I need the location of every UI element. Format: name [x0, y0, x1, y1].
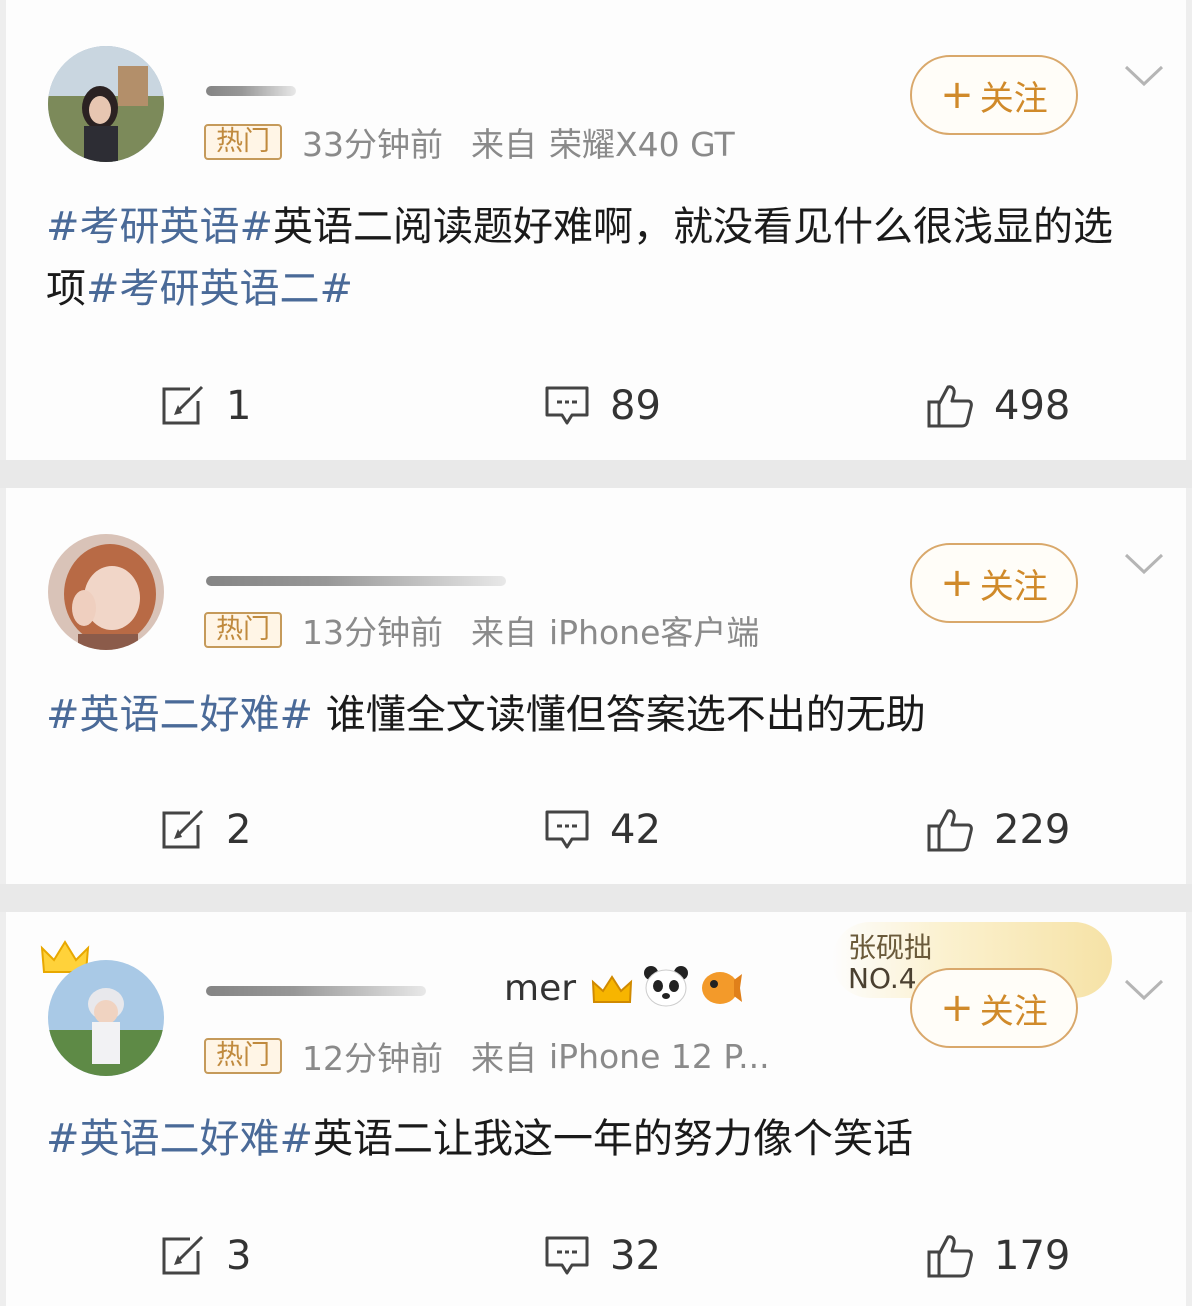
chevron-down-icon[interactable] — [1124, 552, 1164, 576]
post-time: 33分钟前 — [302, 125, 443, 164]
post-time: 13分钟前 — [302, 613, 443, 652]
username-visible[interactable]: mer — [504, 968, 576, 1009]
topic-tag[interactable]: #考研英语# — [46, 204, 273, 250]
plus-icon: + — [940, 985, 974, 1031]
plus-icon: + — [940, 560, 974, 606]
post-text: #英语二好难# 谁懂全文读懂但答案选不出的无助 — [46, 684, 1130, 746]
repost-icon — [162, 809, 204, 849]
like-icon — [927, 1235, 973, 1278]
avatar[interactable] — [48, 46, 164, 162]
vip-crown-icon — [591, 975, 633, 1003]
post-source: 荣耀X40 GT — [549, 125, 735, 164]
repost-count: 1 — [226, 383, 252, 429]
like-count: 229 — [994, 807, 1071, 853]
repost-count: 3 — [226, 1233, 252, 1279]
post-source: iPhone客户端 — [549, 613, 760, 652]
card-divider — [0, 460, 1192, 488]
repost-button[interactable]: 3 — [160, 1226, 251, 1286]
like-count: 179 — [994, 1233, 1071, 1279]
username-redacted[interactable] — [206, 986, 426, 996]
comment-button[interactable]: 89 — [544, 376, 661, 436]
source-label: 来自 — [471, 1039, 537, 1078]
comment-icon — [545, 810, 589, 849]
post-meta: 热门 33分钟前 来自 荣耀X40 GT — [204, 122, 735, 164]
like-button[interactable]: 498 — [926, 376, 1070, 436]
like-icon — [927, 385, 973, 428]
plus-icon: + — [940, 72, 974, 118]
comment-icon — [545, 1236, 589, 1275]
comment-icon — [545, 386, 589, 425]
post-text: #考研英语#英语二阅读题好难啊，就没看见什么很浅显的选项#考研英语二# — [46, 196, 1130, 320]
like-icon — [927, 809, 973, 852]
hot-badge: 热门 — [204, 1038, 282, 1074]
chevron-down-icon[interactable] — [1124, 978, 1164, 1002]
post-card-2: 热门 13分钟前 来自 iPhone客户端 + 关注 #英语二好难# 谁懂全文读… — [6, 488, 1186, 884]
post-body: 英语二让我这一年的努力像个笑话 — [313, 1116, 914, 1162]
rank-badge-number: NO.4 — [848, 962, 917, 995]
post-text: #英语二好难#英语二让我这一年的努力像个笑话 — [46, 1108, 1130, 1170]
post-card-1: 热门 33分钟前 来自 荣耀X40 GT + 关注 #考研英语#英语二阅读题好难… — [6, 0, 1186, 460]
comment-count: 32 — [610, 1233, 661, 1279]
follow-button[interactable]: + 关注 — [910, 543, 1078, 623]
post-meta: 热门 12分钟前 来自 iPhone 12 P... — [204, 1036, 770, 1078]
panda-icon — [644, 966, 688, 1007]
card-divider — [0, 884, 1192, 912]
action-bar: 1 89 498 — [6, 376, 1186, 436]
repost-icon — [162, 1235, 204, 1275]
action-bar: 2 42 229 — [6, 800, 1186, 860]
source-label: 来自 — [471, 125, 537, 164]
like-count: 498 — [994, 383, 1071, 429]
post-body: 谁懂全文读懂但答案选不出的无助 — [313, 692, 926, 738]
repost-button[interactable]: 2 — [160, 800, 251, 860]
repost-button[interactable]: 1 — [160, 376, 251, 436]
like-button[interactable]: 229 — [926, 800, 1070, 860]
avatar[interactable] — [48, 960, 164, 1076]
rank-badge-title: 张砚拙 — [848, 931, 933, 964]
follow-button[interactable]: + 关注 — [910, 968, 1078, 1048]
topic-tag[interactable]: #英语二好难# — [46, 692, 313, 738]
username-redacted[interactable] — [206, 86, 296, 96]
post-time: 12分钟前 — [302, 1039, 443, 1078]
chevron-down-icon[interactable] — [1124, 64, 1164, 88]
comment-button[interactable]: 42 — [544, 800, 661, 860]
hot-badge: 热门 — [204, 124, 282, 160]
action-bar: 3 32 179 — [6, 1226, 1186, 1286]
repost-count: 2 — [226, 807, 252, 853]
source-label: 来自 — [471, 613, 537, 652]
repost-icon — [162, 385, 204, 425]
hot-badge: 热门 — [204, 612, 282, 648]
comment-count: 42 — [610, 807, 661, 853]
post-card-3: mer 张砚拙 NO.4 热门 12分钟前 来自 iPhone 12 P... … — [6, 912, 1186, 1306]
fish-emoji-icon — [702, 972, 742, 1004]
follow-button[interactable]: + 关注 — [910, 55, 1078, 135]
post-source: iPhone 12 P... — [549, 1036, 770, 1076]
avatar[interactable] — [48, 534, 164, 650]
post-meta: 热门 13分钟前 来自 iPhone客户端 — [204, 610, 759, 652]
comment-count: 89 — [610, 383, 661, 429]
topic-tag[interactable]: #英语二好难# — [46, 1116, 313, 1162]
comment-button[interactable]: 32 — [544, 1226, 661, 1286]
username-redacted[interactable] — [206, 576, 506, 586]
topic-tag[interactable]: #考研英语二# — [86, 266, 353, 312]
like-button[interactable]: 179 — [926, 1226, 1070, 1286]
